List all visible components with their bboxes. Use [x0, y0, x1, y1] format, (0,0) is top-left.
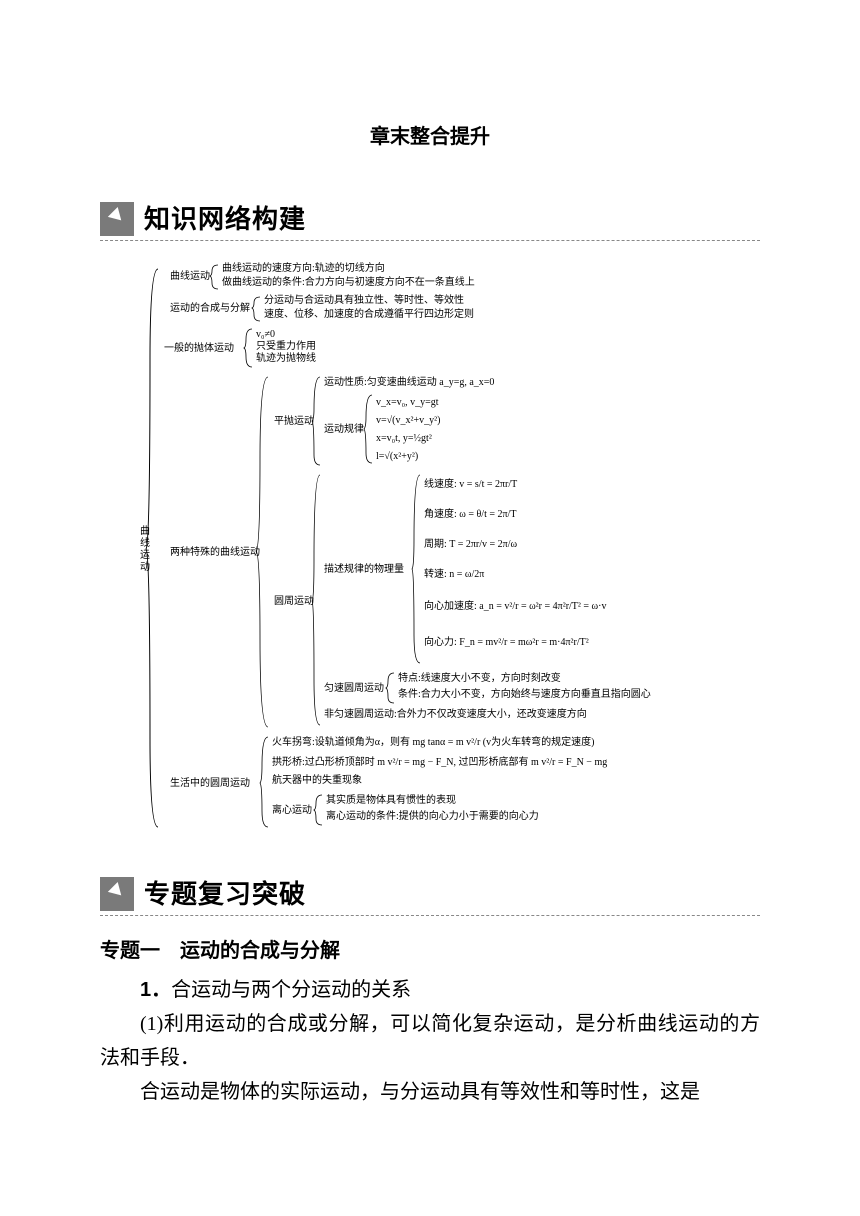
section-knowledge-header: 知识网络构建: [100, 199, 760, 236]
leaf: 运动规律: [324, 422, 364, 435]
section-review-header: 专题复习突破: [100, 874, 760, 911]
section-knowledge-title: 知识网络构建: [144, 199, 306, 236]
leaf: 分运动与合运动具有独立性、等时性、等效性: [264, 293, 464, 306]
leaf: 运动性质:匀变速曲线运动 a_y=g, a_x=0: [324, 375, 494, 388]
leaf: 轨迹为抛物线: [256, 351, 316, 364]
branch-projectile: 一般的抛体运动: [164, 341, 234, 354]
list-number: 1．: [140, 979, 171, 1001]
leaf: 特点:线速度大小不变，方向时刻改变: [398, 671, 561, 684]
leaf: 角速度: ω = θ/t = 2π/T: [424, 507, 516, 520]
paragraph-text: 合运动与两个分运动的关系: [171, 979, 411, 1001]
concept-map-svg: .t { font-size: 10px; font-family: SimSu…: [140, 259, 730, 829]
leaf: 向心加速度: a_n = v²/r = ω²r = 4π²r/T² = ω·v: [424, 599, 606, 612]
leaf: v₀≠0: [256, 329, 275, 340]
leaf: 只受重力作用: [256, 339, 316, 352]
concept-map-diagram: .t { font-size: 10px; font-family: SimSu…: [140, 259, 760, 834]
leaf: 向心力: F_n = mv²/r = mω²r = m·4π²r/T²: [424, 635, 589, 648]
branch-curvilinear: 曲线运动: [170, 269, 210, 282]
arrow-down-right-icon: [100, 877, 134, 911]
topic-one-heading: 专题一 运动的合成与分解: [100, 934, 760, 963]
section-divider: [100, 240, 760, 241]
leaf: 火车拐弯:设轨道倾角为α，则有 mg tanα = m v²/r (v为火车转弯…: [272, 735, 594, 748]
leaf: 转速: n = ω/2π: [424, 567, 484, 580]
leaf: 描述规律的物理量: [324, 562, 404, 575]
branch-composition: 运动的合成与分解: [170, 301, 250, 314]
leaf: 速度、位移、加速度的合成遵循平行四边形定则: [264, 307, 474, 320]
leaf: 拱形桥:过凸形桥顶部时 m v²/r = mg − F_N, 过凹形桥底部有 m…: [272, 755, 607, 768]
leaf: 周期: T = 2πr/v = 2π/ω: [424, 538, 517, 550]
branch-two-special: 两种特殊的曲线运动: [170, 545, 260, 558]
leaf: 条件:合力大小不变，方向始终与速度方向垂直且指向圆心: [398, 687, 651, 700]
paragraph: 1．合运动与两个分运动的关系: [100, 973, 760, 1007]
body-text: 1．合运动与两个分运动的关系 (1)利用运动的合成或分解，可以简化复杂运动，是分…: [100, 973, 760, 1109]
section-review-title: 专题复习突破: [144, 874, 306, 911]
section-divider: [100, 915, 760, 916]
leaf: 离心运动的条件:提供的向心力小于需要的向心力: [326, 809, 539, 822]
branch-life-circular: 生活中的圆周运动: [170, 776, 250, 789]
leaf: 其实质是物体具有惯性的表现: [326, 793, 456, 806]
leaf: x=v₀t, y=½gt²: [376, 433, 432, 444]
paragraph: 合运动是物体的实际运动，与分运动具有等效性和等时性，这是: [100, 1075, 760, 1109]
leaf: 曲线运动的速度方向:轨迹的切线方向: [222, 261, 385, 274]
leaf: v=√(v_x²+v_y²): [376, 415, 440, 426]
leaf: 做曲线运动的条件:合力方向与初速度方向不在一条直线上: [222, 275, 475, 288]
leaf: 非匀速圆周运动:合外力不仅改变速度大小，还改变速度方向: [324, 707, 587, 720]
leaf: v_x=v₀, v_y=gt: [376, 397, 439, 408]
leaf: 线速度: v = s/t = 2πr/T: [424, 477, 517, 490]
leaf: l=√(x²+y²): [376, 451, 418, 462]
root-label: 曲线运动: [140, 525, 150, 573]
leaf: 离心运动: [272, 803, 312, 816]
page-title: 章末整合提升: [100, 120, 760, 149]
branch-horiz-projectile: 平抛运动: [274, 414, 314, 427]
paragraph: (1)利用运动的合成或分解，可以简化复杂运动，是分析曲线运动的方法和手段．: [100, 1007, 760, 1075]
branch-circular: 圆周运动: [274, 595, 314, 607]
leaf: 航天器中的失重现象: [272, 773, 362, 786]
arrow-down-right-icon: [100, 202, 134, 236]
leaf: 匀速圆周运动: [324, 682, 384, 694]
